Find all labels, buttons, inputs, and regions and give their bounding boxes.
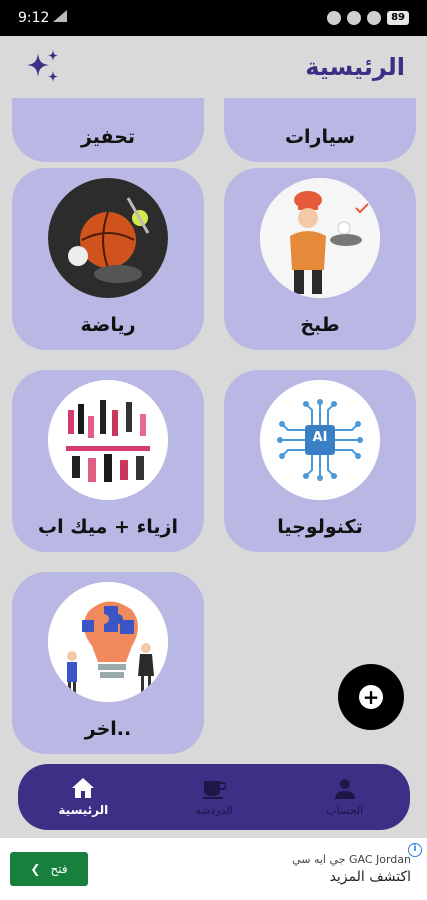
category-card-other[interactable]: اخر..	[12, 572, 204, 754]
plus-icon: +	[359, 685, 383, 709]
signal-icon	[53, 10, 68, 26]
chat-cup-icon	[202, 778, 227, 800]
person-icon	[333, 778, 357, 800]
category-label: رياضة	[80, 314, 136, 336]
nav-item-account[interactable]: الحساب	[295, 778, 395, 817]
ad-sponsor: جي ايه سي GAC Jordan	[292, 853, 411, 866]
battery-indicator: 89	[387, 11, 409, 25]
category-card-fashion-makeup[interactable]: ازياء + ميك اب	[12, 370, 204, 552]
ad-open-label: فتح	[50, 862, 68, 876]
status-left: 9:12	[18, 10, 68, 26]
category-label: تكنولوجيا	[277, 516, 363, 538]
category-card-cars[interactable]: سيارات	[224, 98, 416, 162]
status-right: 89	[327, 11, 409, 25]
category-label: ازياء + ميك اب	[37, 516, 178, 538]
nav-label: الحساب	[326, 803, 364, 817]
category-card-cooking[interactable]: طبخ	[224, 168, 416, 350]
status-time: 9:12	[18, 10, 50, 26]
ad-text[interactable]: جي ايه سي GAC Jordan اكتشف المزيد	[88, 853, 419, 885]
page-title: الرئيسية	[305, 53, 405, 81]
chevron-left-icon: ❮	[30, 862, 41, 876]
alarm-icon	[347, 11, 362, 25]
nav-label: الدردشة	[195, 803, 233, 817]
category-card-technology[interactable]: AI تكنولوجيا	[224, 370, 416, 552]
nav-label: الرئيسية	[58, 803, 109, 817]
ad-banner[interactable]: ❮ فتح جي ايه سي GAC Jordan اكتشف المزيد …	[0, 838, 427, 900]
ad-cta: اكتشف المزيد	[329, 869, 411, 885]
category-label: طبخ	[300, 314, 340, 336]
ai-chip-label: AI	[312, 430, 328, 445]
app-bar: الرئيسية	[0, 36, 427, 98]
ad-open-button[interactable]: ❮ فتح	[10, 852, 88, 886]
other-image	[48, 582, 168, 702]
category-card-motivation[interactable]: تحفيز	[12, 98, 204, 162]
home-icon	[71, 777, 95, 799]
nav-item-home[interactable]: الرئيسية	[33, 777, 133, 817]
cooking-image	[260, 178, 380, 298]
category-label: سيارات	[284, 126, 356, 148]
fashion-makeup-image	[48, 380, 168, 500]
technology-image: AI	[260, 380, 380, 500]
category-label: اخر..	[84, 718, 132, 740]
add-button[interactable]: +	[338, 664, 404, 730]
sparkles-icon[interactable]	[22, 47, 62, 87]
status-bar: 9:12 89	[0, 0, 427, 36]
vibrate-icon	[327, 11, 342, 25]
info-icon[interactable]: i	[408, 843, 422, 857]
sports-image	[48, 178, 168, 298]
wifi-icon	[367, 11, 382, 25]
bottom-navigation: الرئيسية الدردشة الحساب	[18, 764, 410, 830]
category-card-sports[interactable]: رياضة	[12, 168, 204, 350]
category-label: تحفيز	[80, 126, 136, 148]
category-grid[interactable]: تحفيز سيارات رياضة طبخ ازياء + ميك اب AI…	[0, 98, 427, 758]
nav-item-chat[interactable]: الدردشة	[164, 778, 264, 817]
